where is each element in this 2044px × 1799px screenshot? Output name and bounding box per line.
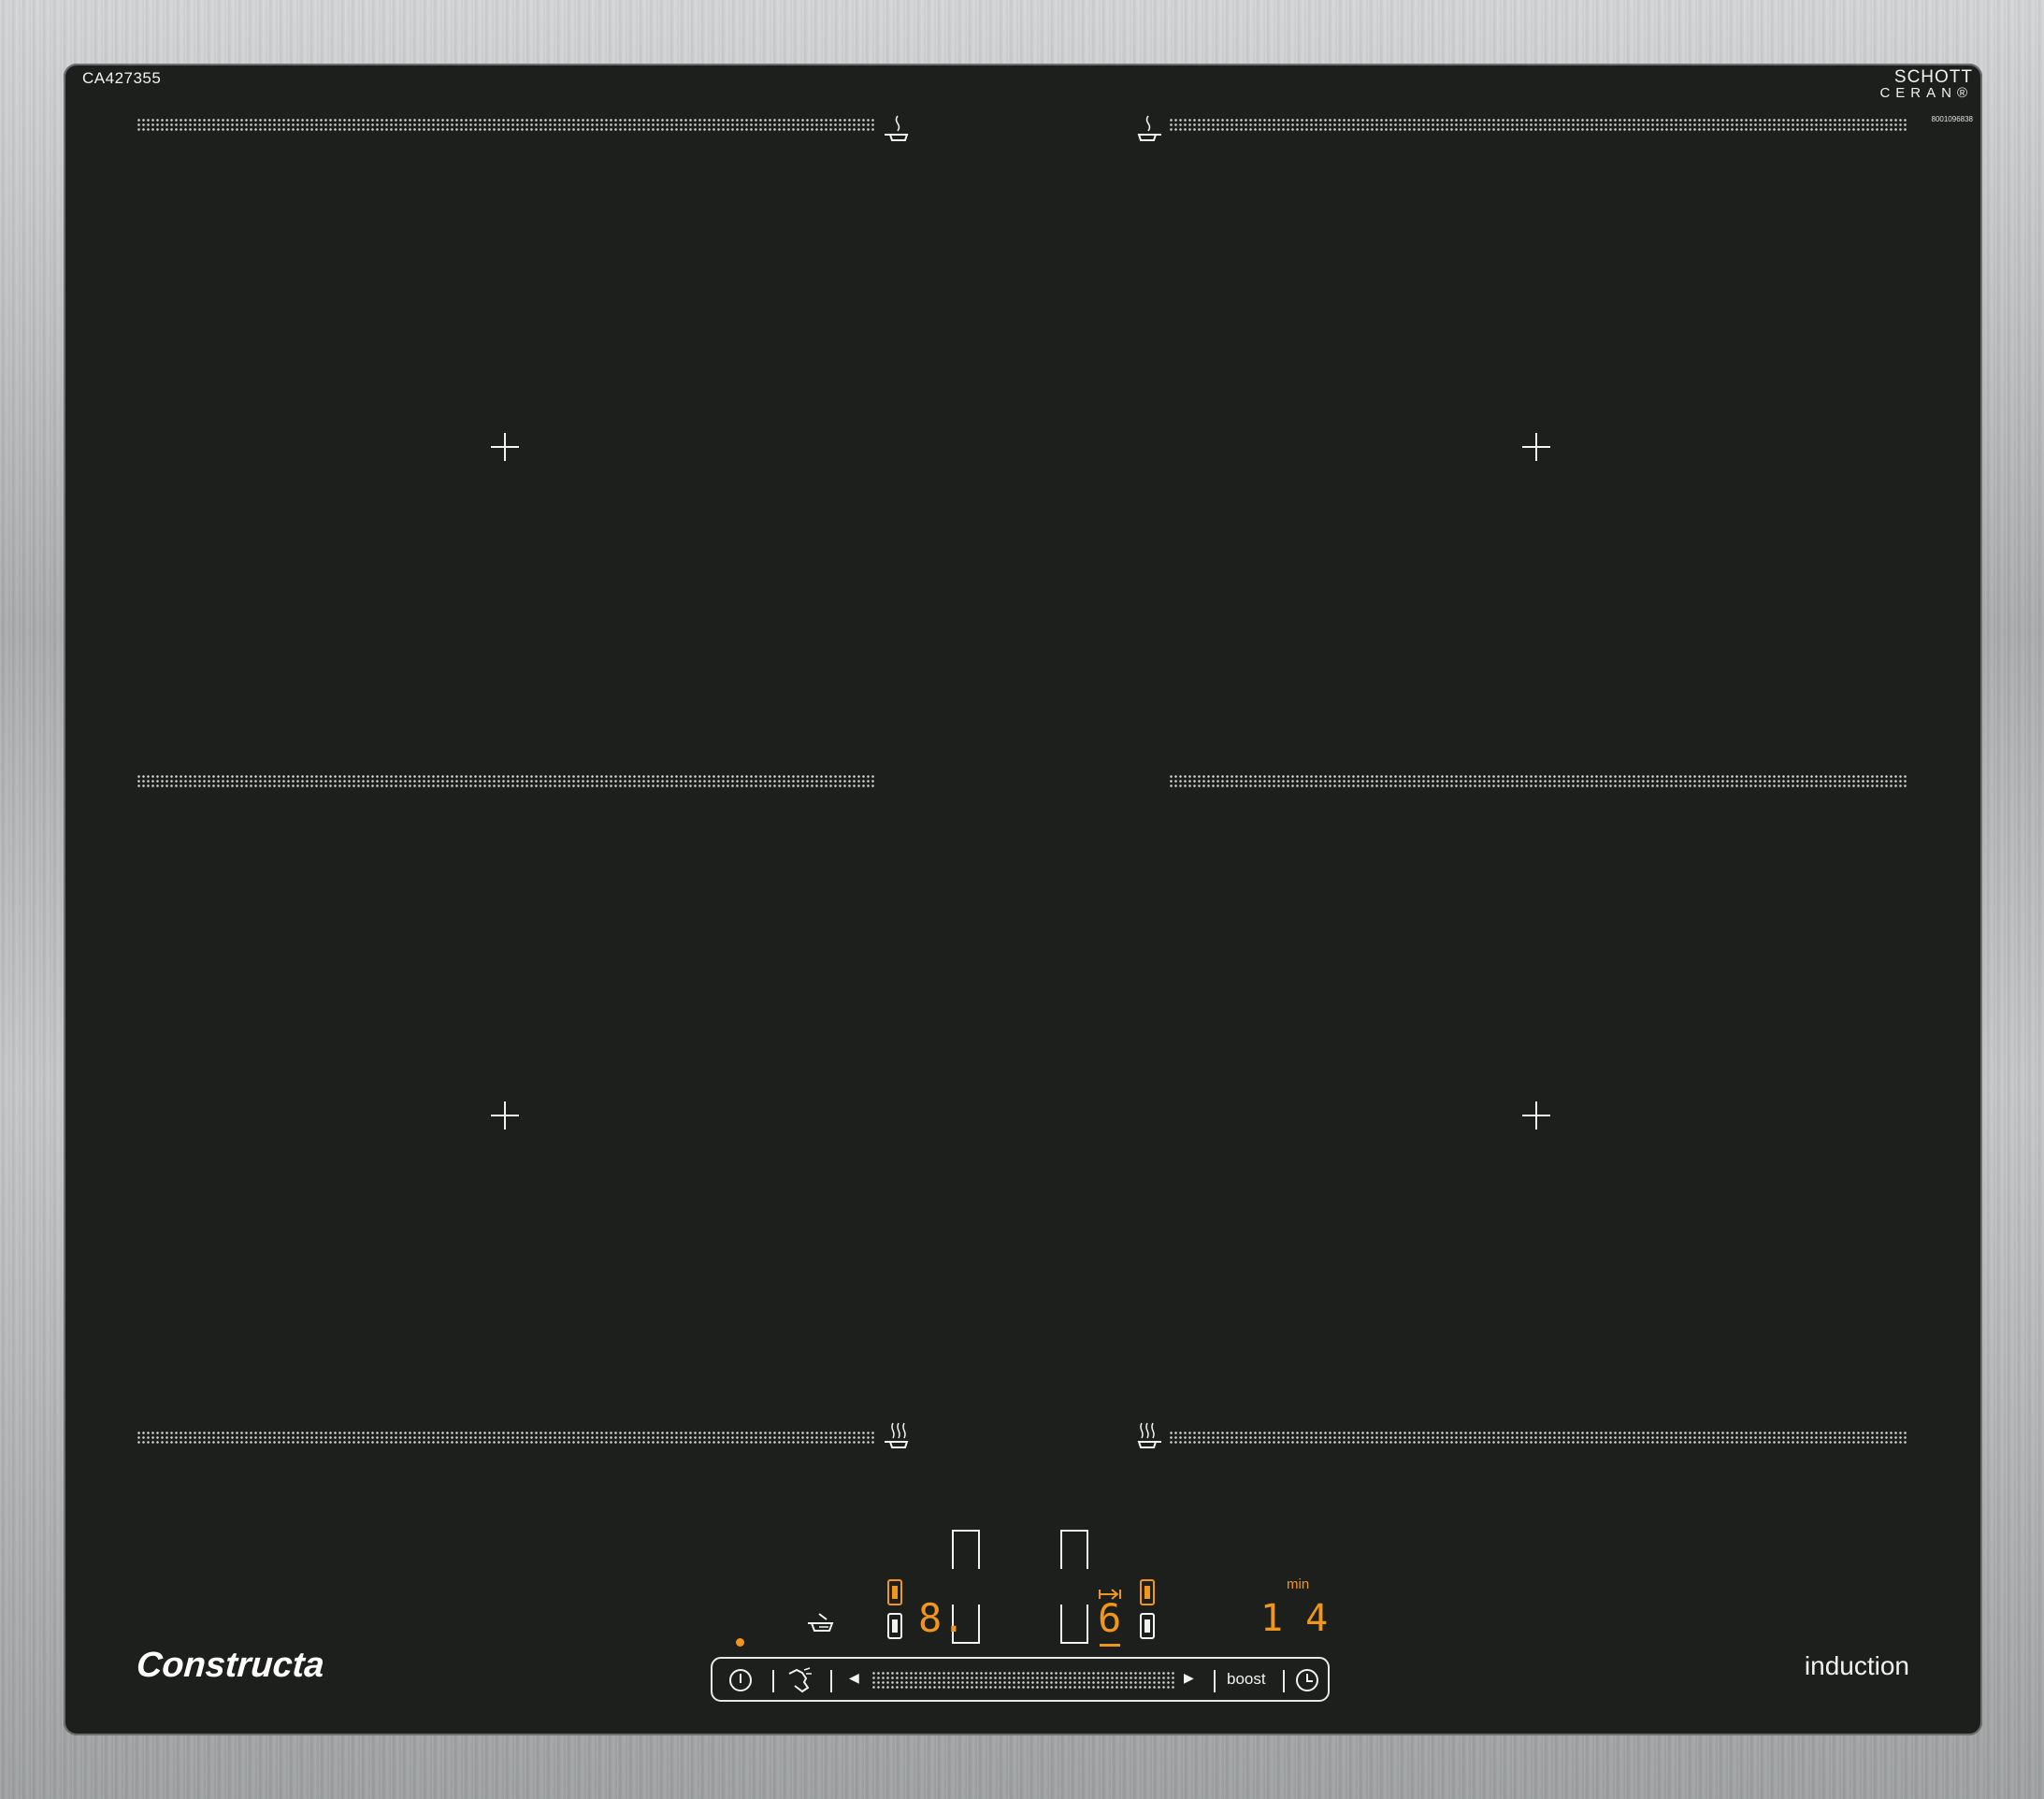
brand-logo: Constructa	[135, 1646, 326, 1685]
boost-button[interactable]: boost	[1227, 1670, 1266, 1689]
zone-border-top-left	[137, 118, 875, 131]
slider-left-arrow[interactable]: ◀	[849, 1671, 859, 1686]
active-zone-underline	[1100, 1644, 1120, 1647]
zone-center-mark	[1522, 1101, 1550, 1130]
right-zone-power-level: 6	[1098, 1595, 1122, 1641]
left-zone-power-level: 8.	[918, 1595, 966, 1641]
zone-border-mid-right	[1169, 774, 1907, 787]
pan-icon	[885, 115, 909, 141]
zone-border-mid-left	[137, 774, 875, 787]
flex-zone-indicator-left	[887, 1579, 902, 1639]
power-slider[interactable]	[871, 1671, 1174, 1690]
steam-pan-icon	[1137, 1422, 1161, 1448]
zone-select-rear-right[interactable]	[1060, 1530, 1088, 1569]
separator	[1283, 1670, 1285, 1692]
model-number: CA427355	[82, 69, 162, 87]
wipe-protection-icon[interactable]	[785, 1666, 815, 1694]
control-panel: ◀ ▶ boost	[711, 1657, 1330, 1702]
clock-icon[interactable]	[1294, 1667, 1320, 1693]
cooktop-glass: CA427355 SCHOTT CERAN® 8001096838 8. 6 m…	[64, 64, 1982, 1735]
pan-sensor-icon	[808, 1613, 834, 1632]
separator	[830, 1670, 832, 1692]
induction-label: induction	[1804, 1651, 1909, 1680]
flex-zone-indicator-right	[1140, 1579, 1155, 1639]
power-icon[interactable]	[727, 1667, 754, 1693]
zone-center-mark	[491, 433, 519, 461]
zone-center-mark	[491, 1101, 519, 1130]
slider-right-arrow[interactable]: ▶	[1184, 1671, 1194, 1686]
zone-border-bottom-right	[1169, 1431, 1907, 1444]
timer-value: 1 4	[1260, 1597, 1329, 1640]
separator	[1214, 1670, 1216, 1692]
timer-unit: min	[1287, 1576, 1310, 1592]
steam-pan-icon	[885, 1422, 909, 1448]
schott-ceran-logo: SCHOTT CERAN®	[1879, 67, 1973, 101]
zone-select-front-right[interactable]	[1060, 1605, 1088, 1644]
zone-border-bottom-left	[137, 1431, 875, 1444]
separator	[772, 1670, 774, 1692]
pan-icon	[1137, 115, 1161, 141]
zone-select-rear-left[interactable]	[952, 1530, 980, 1569]
zone-border-top-right	[1169, 118, 1907, 131]
status-led	[736, 1638, 744, 1647]
zone-center-mark	[1522, 433, 1550, 461]
serial-number: 8001096838	[1931, 115, 1974, 123]
